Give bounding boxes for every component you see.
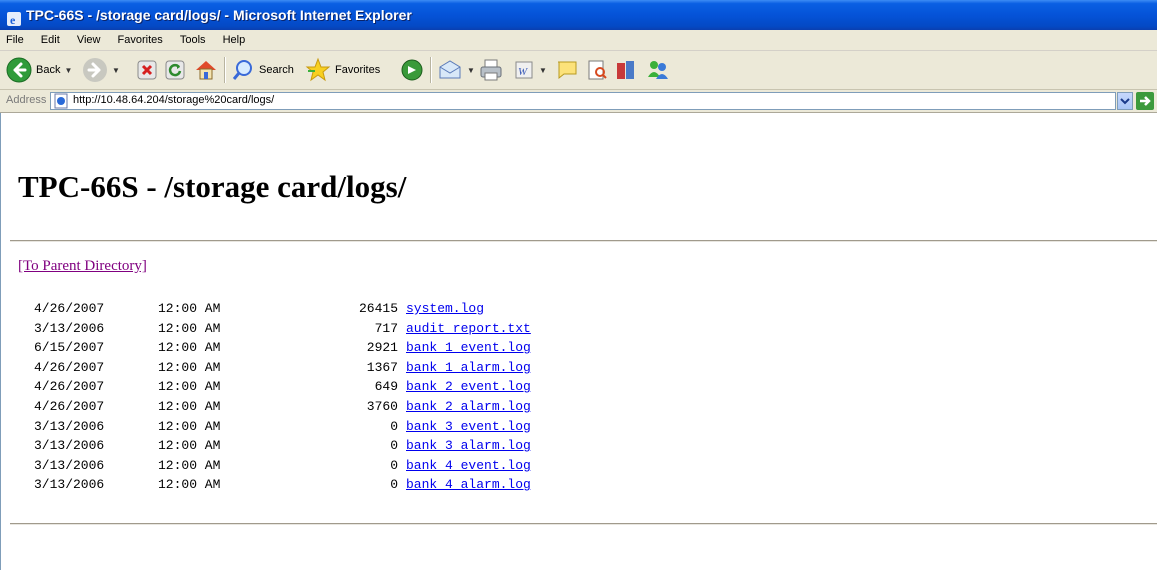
chevron-down-icon[interactable]: ▼ [112,66,120,75]
svg-text:W: W [518,66,528,78]
address-dropdown-button[interactable] [1117,92,1133,110]
go-icon [1140,96,1151,106]
menu-file[interactable]: File [0,30,31,50]
refresh-button[interactable] [163,55,187,85]
divider [10,523,1157,525]
research-icon [585,58,609,82]
forward-button[interactable]: ▼ [82,55,120,85]
title-bar: e TPC-66S - /storage card/logs/ - Micros… [0,0,1157,30]
file-link[interactable]: audit_report.txt [406,321,531,336]
table-row: 3/13/2006 12:00 AM 717 audit_report.txt [34,320,531,336]
menu-view[interactable]: View [70,30,108,50]
stop-button[interactable] [135,55,159,85]
menu-tools[interactable]: Tools [173,30,213,50]
menu-edit[interactable]: Edit [34,30,67,50]
page-icon [53,93,69,112]
back-icon [6,57,32,83]
file-listing: 4/26/2007 12:00 AM 26415 system.log 3/13/20… [34,299,531,495]
page-title: TPC-66S - /storage card/logs/ [18,169,407,204]
search-label: Search [259,64,294,76]
favorites-icon [305,57,331,83]
back-label: Back [36,64,61,76]
print-button[interactable] [478,55,504,85]
search-button[interactable]: Search [231,55,294,85]
chevron-down-icon[interactable]: ▼ [467,66,475,75]
address-url: http://10.48.64.204/storage%20card/logs/ [73,94,275,106]
file-link[interactable]: bank_3_alarm.log [406,438,531,453]
address-bar: Address http://10.48.64.204/storage%20ca… [0,90,1157,113]
messenger-icon [645,57,671,83]
media-icon [399,57,425,83]
favorites-label: Favorites [335,64,381,76]
menu-bar: File Edit View Favorites Tools Help [0,30,1157,51]
menu-help[interactable]: Help [216,30,253,50]
table-row: 6/15/2007 12:00 AM 2921 bank_1_event.log [34,340,531,356]
chevron-down-icon[interactable]: ▼ [539,66,547,75]
window-title: TPC-66S - /storage card/logs/ - Microsof… [26,7,412,23]
toolbar: Back ▼ ▼ Search Favorites ▼ W ▼ [0,51,1157,90]
file-link[interactable]: bank_2_event.log [406,379,531,394]
home-button[interactable] [193,55,219,85]
messenger-button[interactable] [645,55,671,85]
page-content: TPC-66S - /storage card/logs/ [To Parent… [0,113,1157,570]
refresh-icon [163,58,187,82]
file-link[interactable]: bank_1_alarm.log [406,360,531,375]
forward-icon [82,57,108,83]
stop-icon [135,58,159,82]
discuss-button[interactable] [555,55,579,85]
svg-text:e: e [10,13,16,27]
table-row: 4/26/2007 12:00 AM 649 bank_2_event.log [34,379,531,395]
favorites-button[interactable]: Favorites [305,55,380,85]
file-link[interactable]: bank_3_event.log [406,419,531,434]
menu-favorites[interactable]: Favorites [111,30,170,50]
tools-button[interactable] [614,55,638,85]
home-icon [193,57,219,83]
media-button[interactable] [399,55,425,85]
ie-icon: e [6,7,22,27]
print-icon [478,57,504,83]
address-label: Address [6,94,47,106]
search-icon [231,58,255,82]
mail-icon [437,57,463,83]
table-row: 3/13/2006 12:00 AM 0 bank_4_event.log [34,457,531,473]
file-link[interactable]: bank_1_event.log [406,340,531,355]
go-button[interactable] [1136,92,1154,110]
edit-button[interactable]: W ▼ [513,55,547,85]
file-link[interactable]: system.log [406,301,484,316]
tools-icon [614,58,638,82]
edit-icon: W [513,59,535,81]
table-row: 4/26/2007 12:00 AM 26415 system.log [34,301,485,316]
divider [10,240,1157,242]
chevron-down-icon [1120,98,1130,105]
mail-button[interactable]: ▼ [437,55,475,85]
chevron-down-icon[interactable]: ▼ [64,66,72,75]
file-link[interactable]: bank_2_alarm.log [406,399,531,414]
back-button[interactable]: Back ▼ [6,55,72,85]
table-row: 3/13/2006 12:00 AM 0 bank_4_alarm.log [34,477,531,493]
table-row: 3/13/2006 12:00 AM 0 bank_3_alarm.log [34,438,531,454]
table-row: 4/26/2007 12:00 AM 1367 bank_1_alarm.log [34,359,531,375]
address-input[interactable]: http://10.48.64.204/storage%20card/logs/ [50,92,1116,110]
parent-directory-link[interactable]: [To Parent Directory] [18,258,147,275]
research-button[interactable] [585,55,609,85]
discuss-icon [555,58,579,82]
table-row: 4/26/2007 12:00 AM 3760 bank_2_alarm.log [34,398,531,414]
file-link[interactable]: bank_4_event.log [406,458,531,473]
file-link[interactable]: bank_4_alarm.log [406,477,531,492]
table-row: 3/13/2006 12:00 AM 0 bank_3_event.log [34,418,531,434]
